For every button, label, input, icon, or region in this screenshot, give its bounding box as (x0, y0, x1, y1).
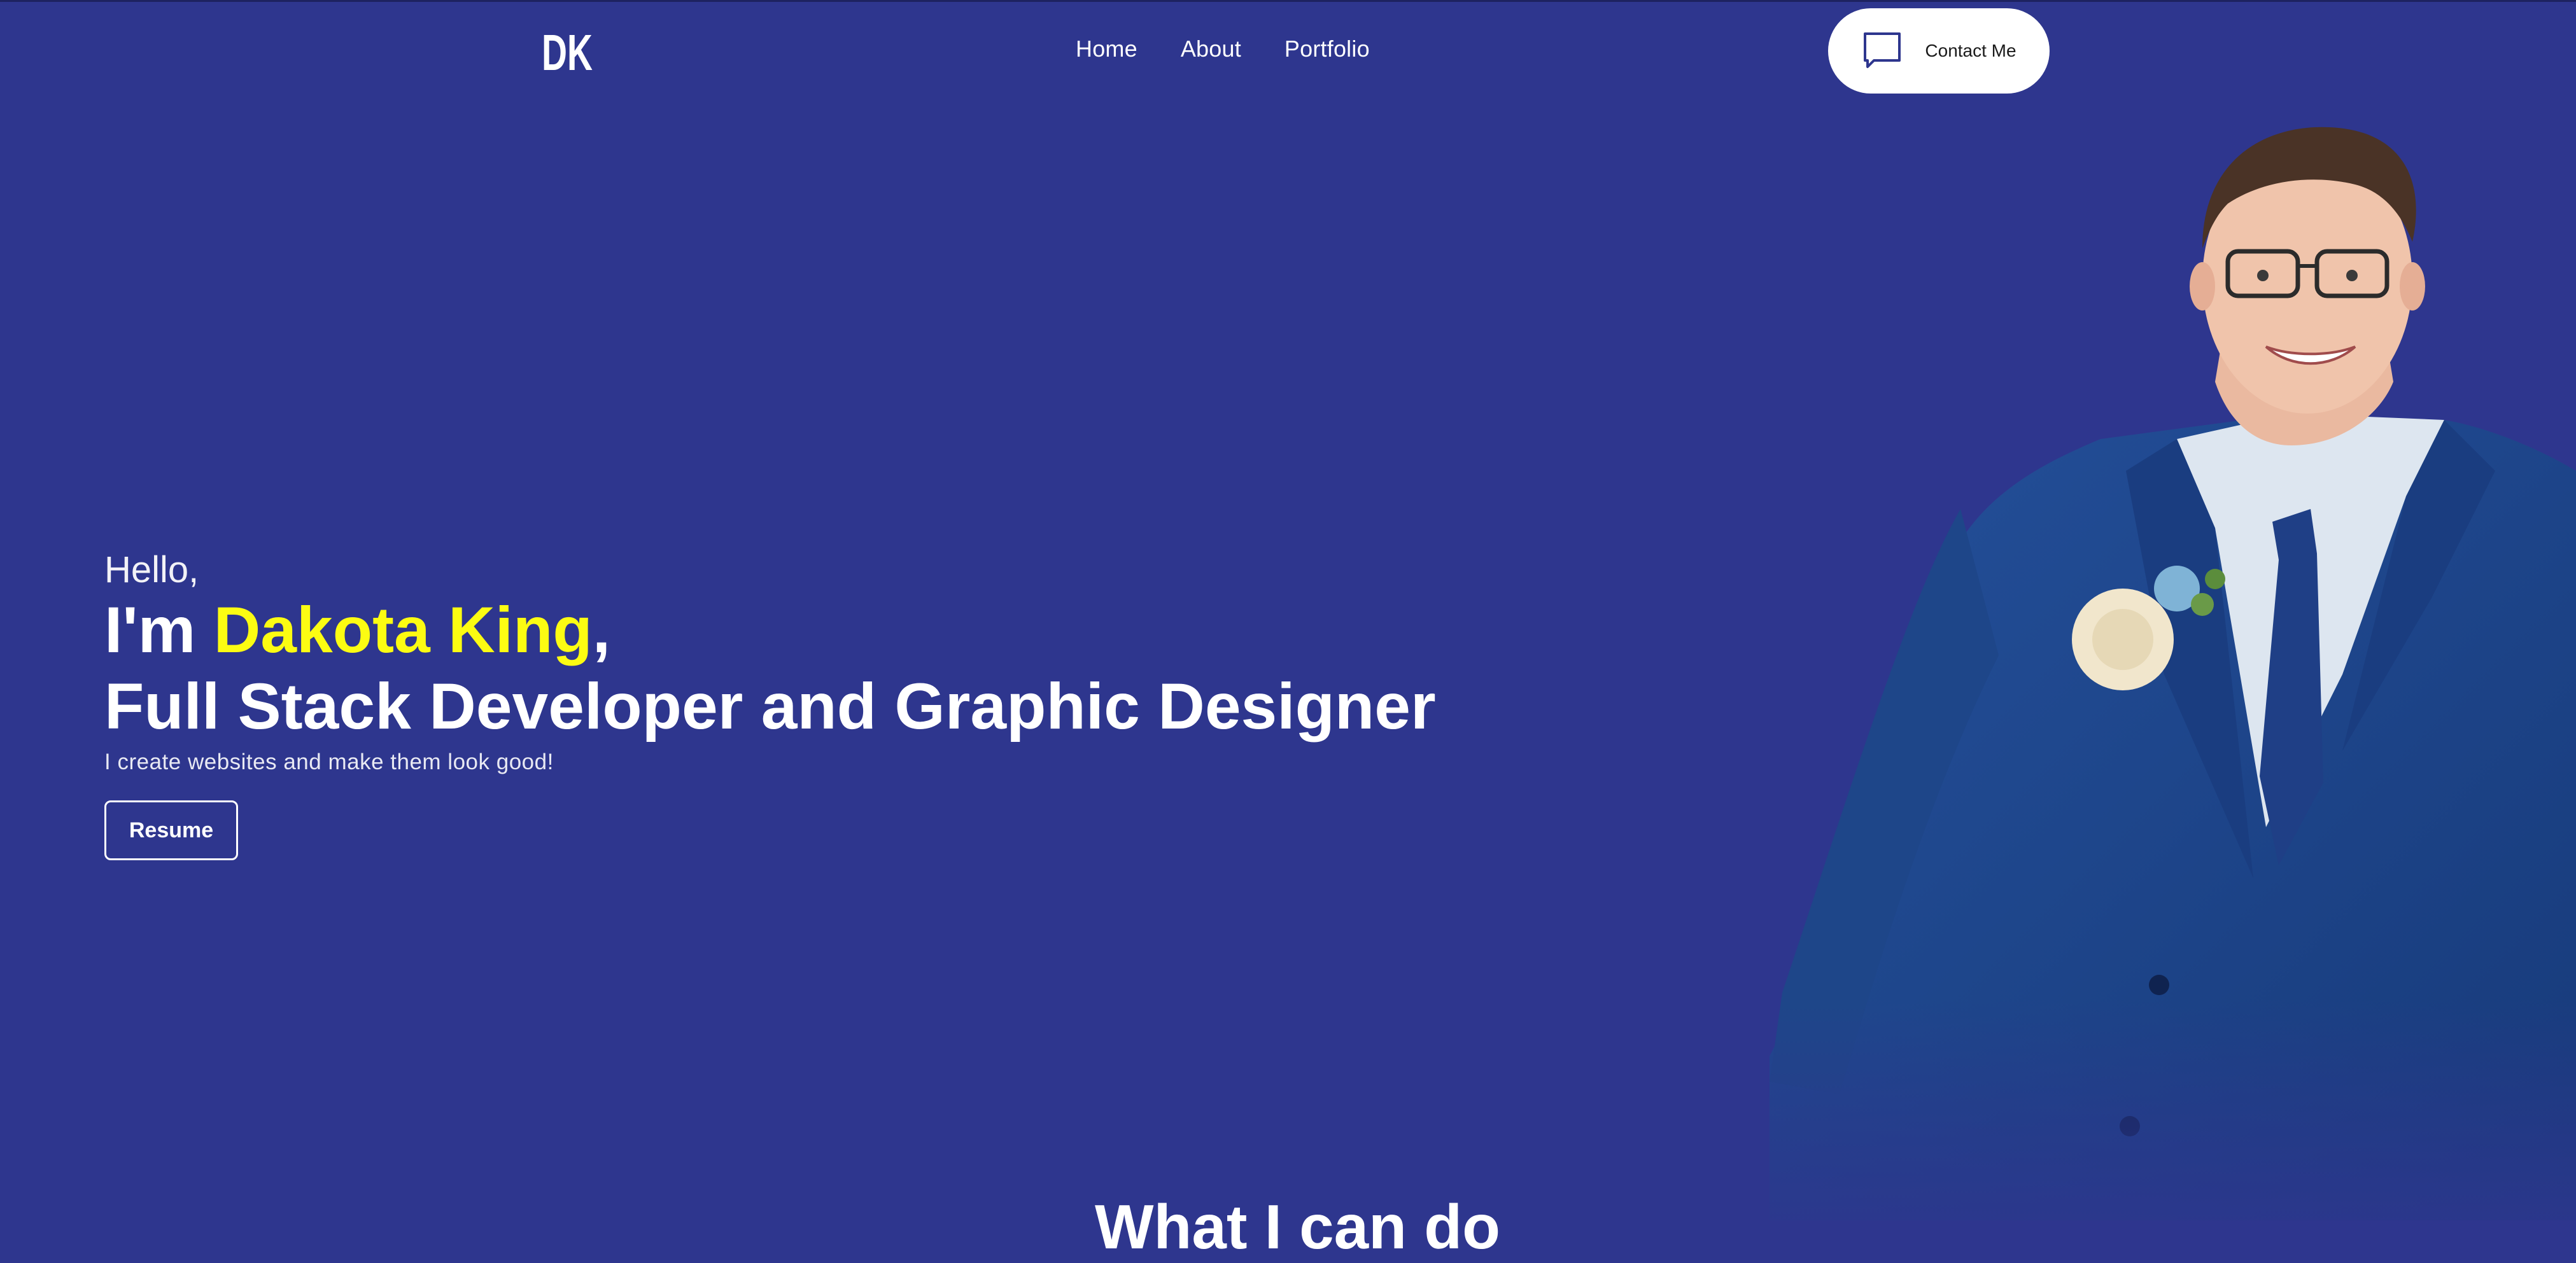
hero-comma: , (592, 594, 611, 666)
nav-portfolio[interactable]: Portfolio (1284, 36, 1370, 62)
main-nav: Home About Portfolio (1076, 36, 1370, 62)
svg-text:DK: DK (542, 25, 593, 78)
nav-about[interactable]: About (1181, 36, 1241, 62)
contact-me-button[interactable]: Contact Me (1828, 8, 2050, 94)
hero-heading: I'm Dakota King, Full Stack Developer an… (104, 592, 1436, 744)
hero-tagline: I create websites and make them look goo… (104, 750, 554, 774)
top-border (0, 0, 2576, 2)
hero-greeting: Hello, (104, 549, 199, 590)
chat-bubble-icon (1864, 32, 1901, 68)
resume-button[interactable]: Resume (104, 800, 238, 860)
portrait-photo (1770, 115, 2576, 1220)
contact-me-label: Contact Me (1925, 41, 2016, 60)
nav-home[interactable]: Home (1076, 36, 1137, 62)
dk-logo[interactable]: DK (541, 25, 593, 78)
hero-intro: I'm (104, 594, 214, 666)
hero-title: Full Stack Developer and Graphic Designe… (104, 670, 1436, 743)
section-heading-partial: What I can do (1095, 1192, 1500, 1262)
hero-name: Dakota King (213, 594, 593, 666)
